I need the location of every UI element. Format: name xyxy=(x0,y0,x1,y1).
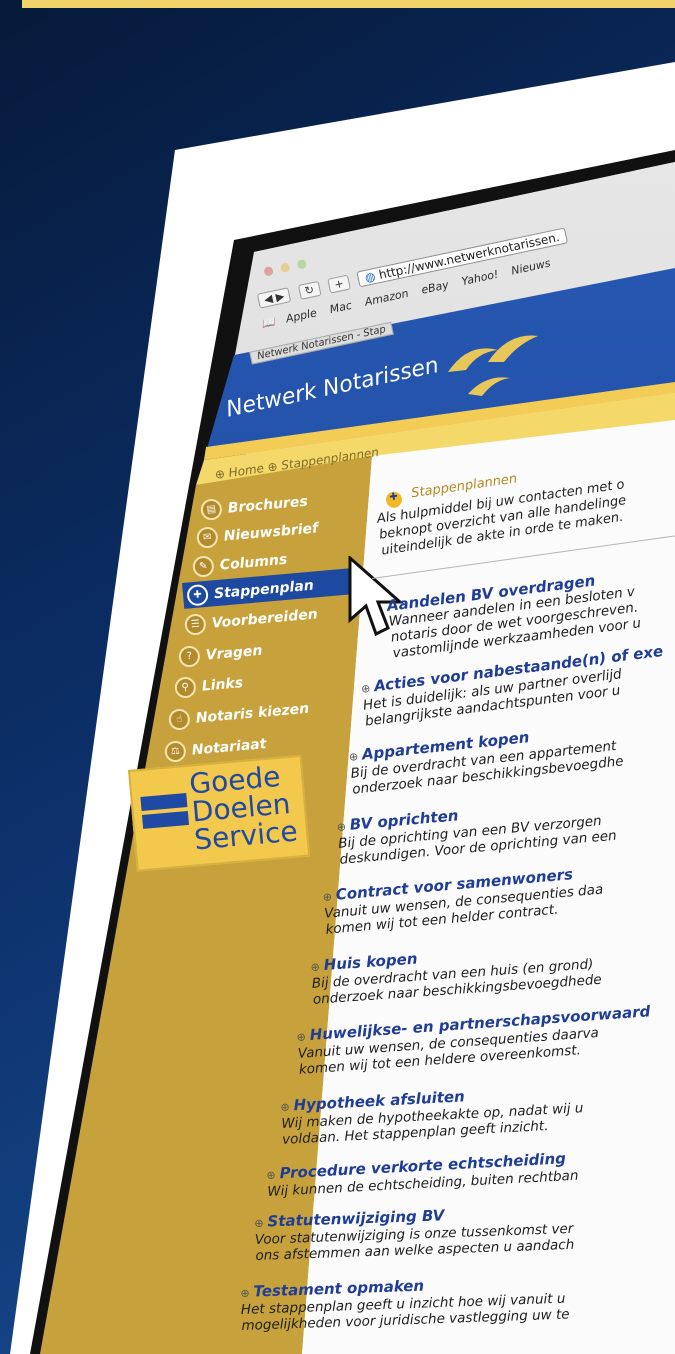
bullet-icon: ⊕ xyxy=(322,890,333,904)
prepare-icon: ☰ xyxy=(184,613,207,636)
minimize-icon[interactable] xyxy=(279,262,291,274)
goede-doelen-banner[interactable]: Goede Doelen Service xyxy=(128,754,311,872)
globe-icon: ◍ xyxy=(363,269,377,285)
choose-icon: ☝ xyxy=(168,708,191,731)
steps-icon: ✚ xyxy=(186,583,209,607)
bullet-icon: ⊕ xyxy=(336,820,347,834)
bullet-icon: ⊕ xyxy=(254,1216,264,1230)
questions-icon: ? xyxy=(178,645,201,668)
sidebar-item-label: Columns xyxy=(219,551,288,574)
links-icon: ⚲ xyxy=(174,676,197,699)
birds-logo-icon xyxy=(448,335,538,396)
sidebar-item-label: Vragen xyxy=(205,642,263,664)
bullet-icon: ⊕ xyxy=(360,681,372,696)
bullet-icon: ⊕ xyxy=(240,1286,250,1300)
sidebar-item-label: Stappenplan xyxy=(213,577,315,602)
zoom-icon[interactable] xyxy=(296,258,308,270)
brochure-icon: ▤ xyxy=(200,498,223,521)
bullet-icon: ⊕ xyxy=(348,750,359,764)
banner-line: Service xyxy=(192,814,299,857)
banner-bar-icon xyxy=(140,793,188,811)
bullet-icon: ⊕ xyxy=(266,1168,277,1182)
sidebar-item-label: Links xyxy=(201,674,244,695)
columns-icon: ✎ xyxy=(192,555,215,578)
bullet-icon: ⊕ xyxy=(296,1030,307,1044)
bullet-icon: ⊕ xyxy=(280,1100,291,1114)
top-accent-strip xyxy=(22,0,675,8)
sidebar-item-label: Notariaat xyxy=(191,735,267,759)
sidebar-item-label: Brochures xyxy=(227,493,309,517)
notary-icon: ⚖ xyxy=(164,740,187,763)
book-icon[interactable]: 📖 xyxy=(260,315,276,331)
newsletter-icon: ✉ xyxy=(196,526,219,549)
steps-heading-icon: ✚ xyxy=(384,490,404,509)
banner-bar-icon xyxy=(141,810,190,829)
bullet-icon: ⊕ xyxy=(310,960,321,974)
close-icon[interactable] xyxy=(263,265,274,277)
